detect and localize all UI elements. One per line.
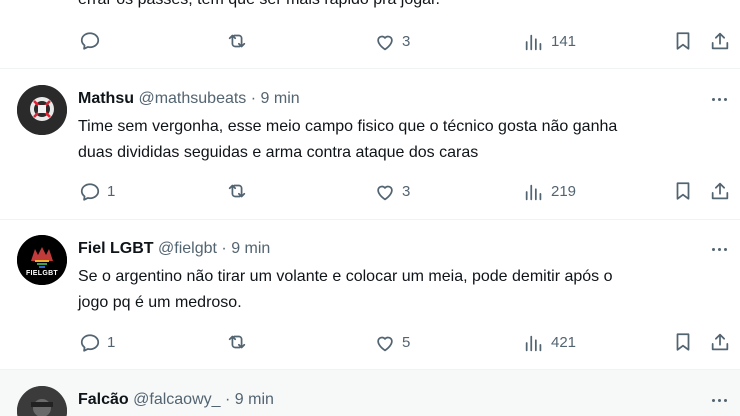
bookmark-icon <box>676 182 690 200</box>
reply-icon <box>80 183 100 201</box>
repost-icon <box>228 34 246 48</box>
avatar[interactable] <box>17 386 67 416</box>
repost-button[interactable] <box>226 180 254 202</box>
views-button[interactable]: 141 <box>523 30 576 54</box>
separator: · <box>221 240 227 257</box>
tweet-text: errar os passes, tem que ser mais rápido… <box>78 0 440 10</box>
share-button[interactable] <box>709 180 731 202</box>
timestamp[interactable]: 9 min <box>235 391 274 408</box>
reply-icon <box>80 32 100 50</box>
tweet-header: Mathsu @mathsubeats · 9 min <box>78 89 300 109</box>
tweet-partial[interactable]: errar os passes, tem que ser mais rápido… <box>0 0 740 69</box>
like-button[interactable]: 5 <box>374 331 410 355</box>
tweet-header: Falcão @falcaowy_ · 9 min <box>78 390 274 410</box>
bookmark-button[interactable] <box>672 331 694 353</box>
share-icon <box>711 32 729 50</box>
timestamp[interactable]: 9 min <box>231 240 270 257</box>
tweet-header: Fiel LGBT @fielgbt · 9 min <box>78 239 270 259</box>
more-icon <box>711 97 715 101</box>
repost-button[interactable] <box>226 331 254 353</box>
tweet-actions: 1 3 219 <box>0 180 740 204</box>
like-button[interactable]: 3 <box>374 30 410 54</box>
team-logo-icon <box>17 235 67 285</box>
more-icon <box>711 247 715 251</box>
share-button[interactable] <box>709 30 731 52</box>
share-icon <box>711 333 729 351</box>
more-icon <box>711 398 715 402</box>
reply-button[interactable] <box>79 30 107 52</box>
tweet-text: Se o argentino não tirar um volante e co… <box>78 268 613 311</box>
avatar[interactable] <box>17 85 67 135</box>
like-icon <box>377 336 393 352</box>
display-name[interactable]: Fiel LGBT <box>78 240 154 257</box>
repost-button[interactable] <box>226 30 254 52</box>
display-name[interactable]: Falcão <box>78 391 129 408</box>
like-icon <box>377 35 393 51</box>
bookmark-button[interactable] <box>672 30 694 52</box>
bookmark-icon <box>676 32 690 50</box>
reply-button[interactable]: 1 <box>79 331 115 355</box>
bookmark-button[interactable] <box>672 180 694 202</box>
views-button[interactable]: 219 <box>523 180 576 204</box>
team-crest-icon <box>17 85 67 135</box>
more-button[interactable] <box>708 89 730 109</box>
timestamp[interactable]: 9 min <box>261 90 300 107</box>
avatar-label: FIELGBT <box>25 270 59 277</box>
avatar[interactable]: FIELGBT <box>17 235 67 285</box>
tweet-actions: 1 5 421 <box>0 331 740 355</box>
bookmark-icon <box>676 333 690 351</box>
tweet[interactable]: Falcão @falcaowy_ · 9 min <box>0 370 740 416</box>
display-name[interactable]: Mathsu <box>78 90 134 107</box>
tweet[interactable]: FIELGBT Fiel LGBT @fielgbt · 9 min Se o … <box>0 220 740 370</box>
repost-icon <box>228 335 246 349</box>
views-icon <box>525 184 542 201</box>
tweet-actions: 3 141 <box>0 30 740 54</box>
share-button[interactable] <box>709 331 731 353</box>
like-icon <box>377 185 393 201</box>
repost-icon <box>228 184 246 198</box>
share-icon <box>711 182 729 200</box>
views-icon <box>525 34 542 51</box>
more-button[interactable] <box>708 239 730 259</box>
separator: · <box>224 391 231 408</box>
reply-icon <box>80 334 100 352</box>
views-button[interactable]: 421 <box>523 331 576 355</box>
reply-button[interactable]: 1 <box>79 180 115 204</box>
tweet-text: Time sem vergonha, esse meio campo fisic… <box>78 118 618 161</box>
like-button[interactable]: 3 <box>374 180 410 204</box>
tweet[interactable]: Mathsu @mathsubeats · 9 min Time sem ver… <box>0 69 740 220</box>
user-handle[interactable]: @falcaowy_ <box>133 391 220 408</box>
user-handle[interactable]: @fielgbt <box>158 240 217 257</box>
profile-photo-icon <box>17 386 67 416</box>
separator: · <box>250 90 257 107</box>
more-button[interactable] <box>708 390 730 410</box>
user-handle[interactable]: @mathsubeats <box>138 90 246 107</box>
views-icon <box>525 335 542 352</box>
